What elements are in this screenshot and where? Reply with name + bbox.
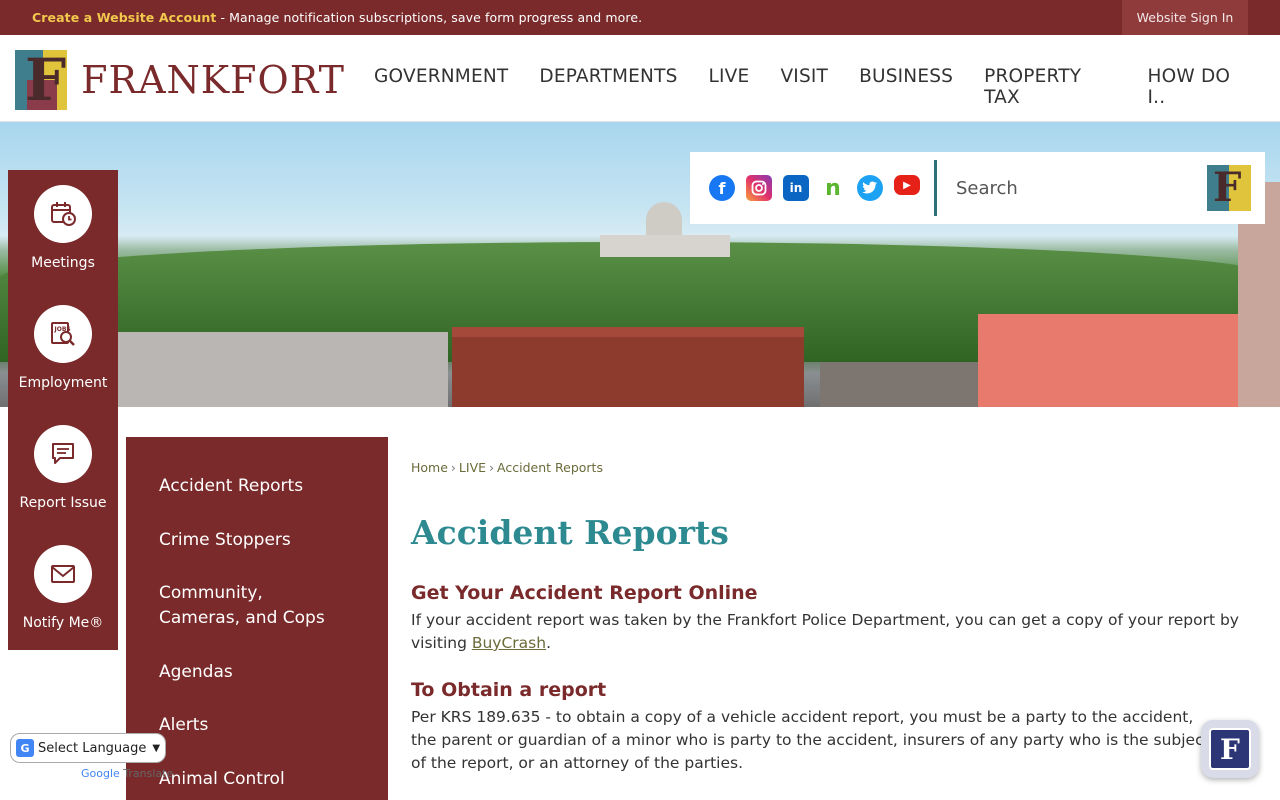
social-search-bar: f in n ▶ Search F xyxy=(690,152,1265,224)
chevron-down-icon: ▼ xyxy=(152,742,161,754)
breadcrumb: Home › LIVE › Accident Reports xyxy=(411,460,603,475)
nav-business[interactable]: BUSINESS xyxy=(859,66,953,108)
youtube-icon[interactable]: ▶ xyxy=(894,175,920,195)
search-divider xyxy=(934,160,937,216)
nextdoor-icon[interactable]: n xyxy=(820,175,846,201)
nav-live[interactable]: LIVE xyxy=(709,66,750,108)
sidebar-item-community-cameras-cops[interactable]: Community, Cameras, and Cops xyxy=(159,581,349,631)
nav-visit[interactable]: VISIT xyxy=(780,66,828,108)
breadcrumb-current[interactable]: Accident Reports xyxy=(497,460,603,475)
nav-how-do-i[interactable]: HOW DO I.. xyxy=(1148,66,1249,108)
frankfort-chat-icon: F xyxy=(1209,728,1251,770)
google-translate-icon: G xyxy=(16,739,34,757)
sidebar-item-accident-reports[interactable]: Accident Reports xyxy=(159,474,359,499)
create-account-link[interactable]: Create a Website Account xyxy=(32,10,216,25)
linkedin-icon[interactable]: in xyxy=(783,175,809,201)
hero-building xyxy=(820,362,980,407)
nav-government[interactable]: GOVERNMENT xyxy=(374,66,508,108)
chat-bubble-icon xyxy=(34,425,92,483)
section-text-obtain: Per KRS 189.635 - to obtain a copy of a … xyxy=(411,708,1210,772)
hero-brick-building xyxy=(452,327,804,407)
language-select[interactable]: G Select Language ▼ xyxy=(10,733,166,763)
calendar-clock-icon xyxy=(34,185,92,243)
logo-mark-icon: F xyxy=(15,50,68,110)
search-input[interactable]: Search xyxy=(956,178,1196,199)
envelope-icon xyxy=(34,545,92,603)
quick-link-notify-me[interactable]: Notify Me® xyxy=(8,545,118,631)
quick-link-label: Report Issue xyxy=(19,495,107,511)
site-header: F FRANKFORT GOVERNMENT DEPARTMENTS LIVE … xyxy=(0,35,1280,122)
quick-link-meetings[interactable]: Meetings xyxy=(8,185,118,271)
powered-by-google: Google Translate xyxy=(81,767,173,780)
account-message-text: - Manage notification subscriptions, sav… xyxy=(216,10,643,25)
sidebar-item-animal-control[interactable]: Animal Control xyxy=(159,767,359,792)
quick-links-rail: Meetings JOBS Employment Report Issue No… xyxy=(8,170,118,650)
section-heading-obtain: To Obtain a report xyxy=(411,679,607,701)
account-message: Create a Website Account - Manage notifi… xyxy=(32,10,642,25)
quick-link-label: Meetings xyxy=(31,255,95,271)
jobs-search-icon: JOBS xyxy=(34,305,92,363)
page-title: Accident Reports xyxy=(411,513,729,552)
section-heading-online: Get Your Accident Report Online xyxy=(411,582,758,604)
facebook-icon[interactable]: f xyxy=(709,175,735,201)
top-bar: Create a Website Account - Manage notifi… xyxy=(0,0,1280,35)
frankfort-logo[interactable]: F FRANKFORT xyxy=(15,50,345,110)
nav-property-tax[interactable]: PROPERTY TAX xyxy=(984,66,1116,108)
section-text-online: If your accident report was taken by the… xyxy=(411,609,1241,655)
online-text-end: . xyxy=(546,634,552,652)
sidebar-item-crime-stoppers[interactable]: Crime Stoppers xyxy=(159,528,359,553)
instagram-icon[interactable] xyxy=(746,175,772,201)
sidebar-item-alerts[interactable]: Alerts xyxy=(159,713,359,738)
translate-word: Translate xyxy=(123,767,174,780)
search-button-logo-icon[interactable]: F xyxy=(1207,165,1251,211)
hero-building xyxy=(118,332,448,407)
main-nav: GOVERNMENT DEPARTMENTS LIVE VISIT BUSINE… xyxy=(374,66,1280,108)
quick-link-report-issue[interactable]: Report Issue xyxy=(8,425,118,511)
chat-widget-button[interactable]: F xyxy=(1201,720,1259,778)
google-wordmark: Google xyxy=(81,767,120,780)
twitter-icon[interactable] xyxy=(857,175,883,201)
quick-link-label: Notify Me® xyxy=(22,615,104,631)
breadcrumb-live[interactable]: LIVE xyxy=(459,460,486,475)
buycrash-link[interactable]: BuyCrash xyxy=(472,634,546,652)
logo-text: FRANKFORT xyxy=(81,58,345,102)
quick-link-employment[interactable]: JOBS Employment xyxy=(8,305,118,391)
nav-departments[interactable]: DEPARTMENTS xyxy=(539,66,677,108)
quick-link-label: Employment xyxy=(18,375,108,391)
breadcrumb-home[interactable]: Home xyxy=(411,460,448,475)
social-links: f in n ▶ xyxy=(709,175,920,201)
language-select-label: Select Language xyxy=(38,740,147,756)
hero-building xyxy=(978,314,1238,407)
website-sign-in-button[interactable]: Website Sign In xyxy=(1122,0,1248,35)
sidebar-item-agendas[interactable]: Agendas xyxy=(159,660,359,685)
